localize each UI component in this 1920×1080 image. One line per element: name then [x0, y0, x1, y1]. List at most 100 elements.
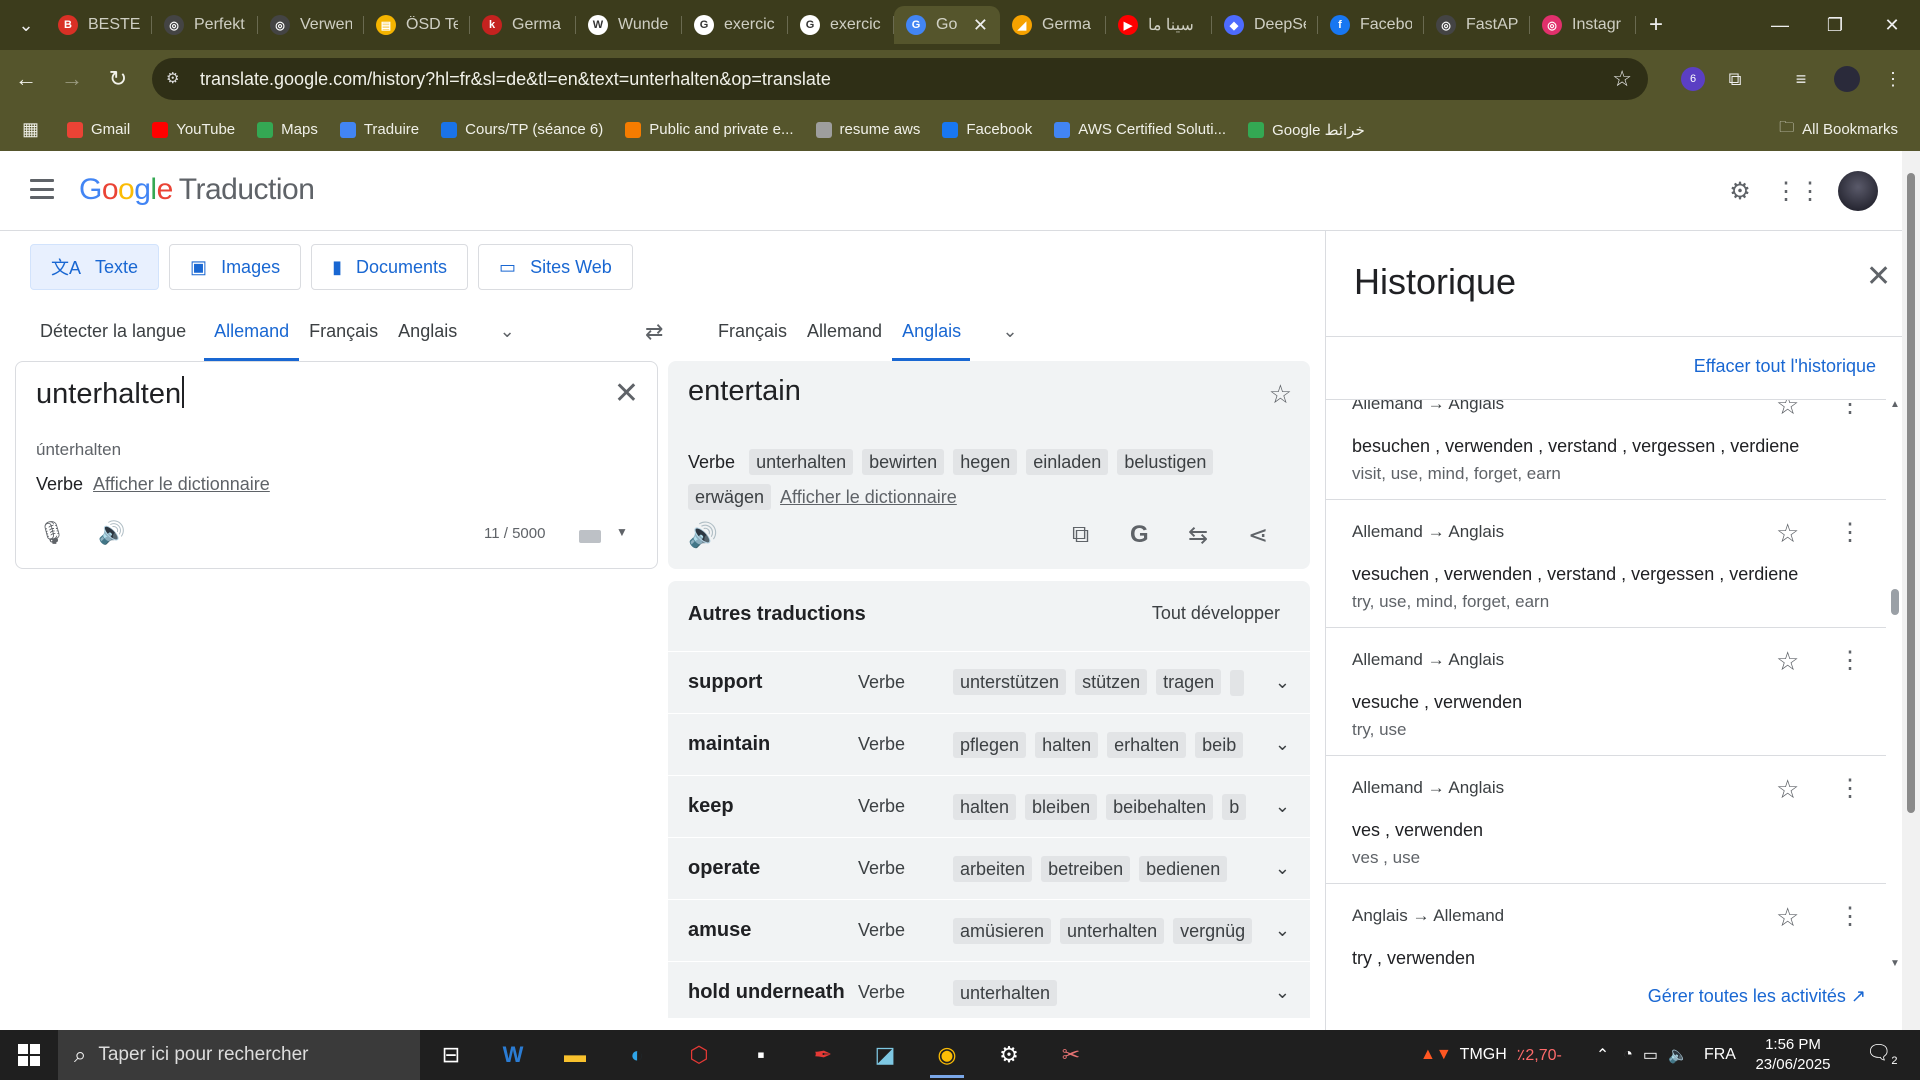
source-dictionary-link[interactable]: Afficher le dictionnaire — [93, 474, 270, 494]
address-bar[interactable]: ⚙ translate.google.com/history?hl=fr&sl=… — [152, 58, 1648, 100]
all-bookmarks-button[interactable]: 🗀 All Bookmarks — [1779, 117, 1898, 142]
snipping-tool-icon[interactable]: ✂ — [1040, 1030, 1102, 1080]
expand-chevron-icon[interactable]: ⌄ — [1275, 982, 1290, 1003]
reverse-translation-chip[interactable]: stützen — [1075, 668, 1148, 695]
taskbar-search[interactable]: ⌕ Taper ici pour rechercher — [58, 1030, 420, 1080]
word-icon[interactable]: W — [482, 1030, 544, 1080]
minimize-button[interactable]: — — [1750, 0, 1810, 50]
google-search-icon[interactable]: G — [1130, 521, 1149, 549]
reverse-translation-chip[interactable]: erhalten — [1107, 731, 1187, 758]
alt-chip[interactable]: unterhalten — [749, 449, 854, 475]
browser-tab[interactable]: f Facebo — [1318, 6, 1424, 44]
browser-tab[interactable]: Gexercic — [788, 6, 894, 44]
reverse-translation-chip[interactable]: arbeiten — [953, 855, 1033, 882]
source-speaker-icon[interactable]: 🔊 — [98, 520, 125, 546]
source-input[interactable]: unterhalten — [36, 376, 185, 411]
target-lang-french[interactable]: Français — [708, 301, 797, 361]
start-button[interactable] — [0, 1030, 58, 1080]
expand-chevron-icon[interactable]: ⌄ — [1275, 920, 1290, 941]
forward-button[interactable]: → — [52, 59, 92, 99]
apps-grid-icon[interactable]: ▦ — [22, 119, 39, 140]
source-lang-german[interactable]: Allemand — [204, 301, 300, 361]
history-more-icon[interactable]: ⋮ — [1838, 400, 1862, 419]
show-hidden-icons-icon[interactable]: ⌃ — [1596, 1045, 1609, 1065]
expand-chevron-icon[interactable]: ⌄ — [1275, 672, 1290, 693]
microphone-icon[interactable]: 🎙 — [38, 520, 66, 546]
history-item[interactable]: Allemand → Anglais ves , verwenden ves , u… — [1326, 756, 1886, 884]
mode-text-button[interactable]: 文A Texte — [30, 244, 160, 290]
mode-websites-button[interactable]: ▭ Sites Web — [478, 244, 633, 290]
clear-history-button[interactable]: Effacer tout l'historique — [1694, 356, 1876, 377]
other-translation-row[interactable]: hold underneath Verbe unterhalten ⌄ — [668, 961, 1310, 1023]
media-control-icon[interactable]: ≡ — [1784, 62, 1818, 96]
file-explorer-icon[interactable]: ▬ — [544, 1030, 606, 1080]
browser-tab[interactable]: ◎ Verwen — [258, 6, 364, 44]
manage-activity-link[interactable]: Gérer toutes les activités ↗ — [1648, 986, 1866, 1007]
source-lang-english[interactable]: Anglais — [388, 301, 467, 361]
reverse-translation-chip[interactable]: unterhalten — [953, 979, 1058, 1006]
page-scrollbar[interactable] — [1902, 151, 1920, 1030]
main-menu-icon[interactable] — [30, 179, 54, 199]
other-translation-row[interactable]: amuse Verbe amüsieren unterhalten vergnüg ⌄ — [668, 899, 1310, 961]
new-tab-button[interactable]: + — [1636, 8, 1676, 42]
history-star-icon[interactable]: ☆ — [1776, 518, 1799, 549]
close-history-icon[interactable]: ✕ — [1866, 259, 1891, 294]
site-info-icon[interactable]: ⚙ — [166, 69, 186, 89]
reverse-translation-chip[interactable]: halten — [1035, 731, 1099, 758]
browser-tab[interactable]: k Germa — [470, 6, 576, 44]
reverse-translation-chip[interactable]: pflegen — [953, 731, 1027, 758]
history-item[interactable]: Allemand → Anglais besuchen , verwenden ,… — [1326, 400, 1886, 500]
expand-chevron-icon[interactable]: ⌄ — [1275, 734, 1290, 755]
bookmark-item[interactable]: Maps — [257, 121, 318, 139]
bookmark-item[interactable]: Facebook — [942, 121, 1032, 139]
settings-icon[interactable]: ⚙ — [978, 1030, 1040, 1080]
source-lang-more-chevron-icon[interactable]: ⌄ — [487, 321, 527, 342]
reverse-translation-chip[interactable]: tragen — [1156, 668, 1222, 695]
reverse-translation-chip[interactable]: beib — [1195, 731, 1244, 758]
keyboard-icon[interactable] — [579, 530, 601, 543]
reload-button[interactable]: ↻ — [98, 59, 138, 99]
clock[interactable]: 1:56 PM 23/06/2025 — [1748, 1035, 1838, 1075]
alt-chip[interactable]: hegen — [953, 449, 1018, 475]
source-lang-detect[interactable]: Détecter la langue — [30, 301, 196, 361]
input-language[interactable]: FRA — [1704, 1046, 1736, 1064]
history-item[interactable]: Allemand → Anglais vesuchen , verwenden ,… — [1326, 500, 1886, 628]
reverse-translation-chip[interactable]: halten — [953, 793, 1017, 820]
browser-tab[interactable]: ◢ Germa — [1000, 6, 1106, 44]
acrobat-icon[interactable]: ✒ — [792, 1030, 854, 1080]
restore-button[interactable]: ❐ — [1805, 0, 1865, 50]
target-lang-german[interactable]: Allemand — [797, 301, 892, 361]
swap-languages-icon[interactable]: ⇄ — [645, 319, 663, 345]
history-star-icon[interactable]: ☆ — [1776, 902, 1799, 933]
browser-tab[interactable]: ◎ FastAPI — [1424, 6, 1530, 44]
browser-tab[interactable]: Gexercic — [682, 6, 788, 44]
reverse-translation-chip[interactable]: beibehalten — [1106, 793, 1214, 820]
volume-icon[interactable]: 🔈 — [1668, 1045, 1688, 1065]
bookmark-item[interactable]: YouTube — [152, 121, 235, 139]
alt-chip[interactable]: einladen — [1026, 449, 1109, 475]
mode-images-button[interactable]: ▣ Images — [169, 244, 302, 290]
history-item[interactable]: Allemand → Anglais vesuche , verwenden try… — [1326, 628, 1886, 756]
browser-tab[interactable]: ◎ Instagr — [1530, 6, 1636, 44]
browser-tab[interactable]: ◆ DeepSe — [1212, 6, 1318, 44]
bookmark-item[interactable]: resume aws — [815, 121, 920, 139]
reverse-translation-chip[interactable]: b — [1222, 793, 1247, 820]
alt-chip[interactable]: erwägen — [688, 484, 772, 510]
settings-gear-icon[interactable]: ⚙ — [1722, 173, 1758, 209]
browser-tab[interactable]: ▶ سينا ما — [1106, 6, 1212, 44]
target-dictionary-link[interactable]: Afficher le dictionnaire — [780, 487, 957, 507]
notes-app-icon[interactable]: ◪ — [854, 1030, 916, 1080]
bookmark-star-icon[interactable]: ☆ — [1612, 66, 1632, 92]
history-more-icon[interactable]: ⋮ — [1838, 902, 1862, 931]
keyboard-dropdown-icon[interactable]: ▼ — [616, 525, 628, 539]
target-lang-more-chevron-icon[interactable]: ⌄ — [990, 321, 1030, 342]
browser-tab[interactable]: B BESTEH — [46, 6, 152, 44]
reverse-translation-chip[interactable]: amüsieren — [953, 917, 1052, 944]
bookmark-item[interactable]: Public and private e... — [625, 121, 794, 139]
task-view-icon[interactable]: ⊟ — [420, 1030, 482, 1080]
history-star-icon[interactable]: ☆ — [1776, 400, 1799, 421]
browser-tab[interactable]: ▤ ÖSD Te — [364, 6, 470, 44]
source-lang-french[interactable]: Français — [299, 301, 388, 361]
copy-icon[interactable]: ⧉ — [1072, 521, 1089, 549]
bookmark-item[interactable]: Google خرائط — [1248, 121, 1365, 139]
